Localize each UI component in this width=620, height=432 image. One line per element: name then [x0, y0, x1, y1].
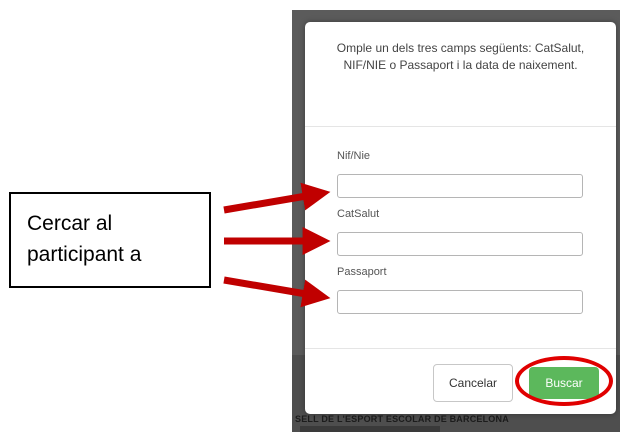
arrow-to-nif-nie [223, 182, 331, 214]
annotation-arrows [223, 182, 331, 308]
arrow-to-passaport [223, 276, 331, 308]
